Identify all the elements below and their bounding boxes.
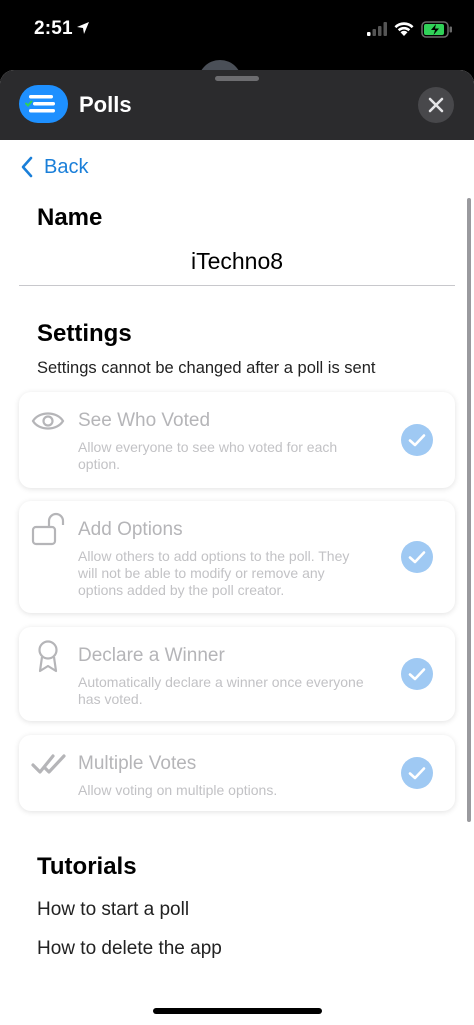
status-time: 2:51 [34,18,73,39]
setting-title: Declare a Winner [78,645,225,666]
checkmark-toggle[interactable] [401,757,433,789]
setting-multiple-votes[interactable]: Multiple Votes Allow voting on multiple … [19,735,455,811]
list-icon [25,95,55,113]
polls-sheet: Polls Back Name iTechno8 Settings Settin… [0,70,474,1025]
settings-section-title: Settings [37,320,132,347]
cellular-signal-icon [367,22,387,36]
checkmark-icon [408,668,426,681]
back-label: Back [44,155,89,178]
back-button[interactable]: Back [20,152,88,182]
tutorial-link-delete-app[interactable]: How to delete the app [37,938,222,960]
setting-title: Add Options [78,519,183,540]
checkmark-icon [408,551,426,564]
checkmark-toggle[interactable] [401,658,433,690]
checkmark-toggle[interactable] [401,424,433,456]
checkmark-toggle[interactable] [401,541,433,573]
name-divider [19,285,455,286]
unlock-icon [31,512,65,546]
poll-name-field[interactable]: iTechno8 [0,248,474,275]
checkmark-icon [408,434,426,447]
tutorials-section-title: Tutorials [37,853,137,880]
chevron-left-icon [21,156,33,178]
app-title: Polls [79,92,132,117]
setting-description: Automatically declare a winner once ever… [78,674,364,707]
battery-charging-icon [421,21,452,38]
close-icon [428,97,444,113]
setting-description: Allow voting on multiple options. [78,782,278,798]
setting-description: Allow others to add options to the poll.… [78,548,350,598]
wifi-icon [394,22,414,36]
status-bar: 2:51 [0,0,474,62]
home-indicator[interactable] [153,1008,322,1014]
setting-add-options[interactable]: Add Options Allow others to add options … [19,501,455,613]
award-icon [38,640,58,673]
setting-description: Allow everyone to see who voted for each… [78,439,338,472]
setting-declare-winner[interactable]: Declare a Winner Automatically declare a… [19,627,455,721]
polls-app-icon [19,85,68,123]
eye-icon [31,412,65,430]
setting-title: Multiple Votes [78,753,197,774]
sheet-grabber[interactable] [215,76,259,81]
scrollbar[interactable] [467,198,471,822]
settings-subtitle: Settings cannot be changed after a poll … [37,359,376,377]
checkmark-icon [408,767,426,780]
setting-title: See Who Voted [78,410,211,431]
tutorial-link-start-poll[interactable]: How to start a poll [37,899,189,921]
double-check-icon [31,754,66,774]
location-arrow-icon [77,22,89,34]
name-section-title: Name [37,204,103,231]
sheet-header: Polls [0,70,474,140]
setting-see-who-voted[interactable]: See Who Voted Allow everyone to see who … [19,392,455,488]
close-button[interactable] [418,87,454,123]
